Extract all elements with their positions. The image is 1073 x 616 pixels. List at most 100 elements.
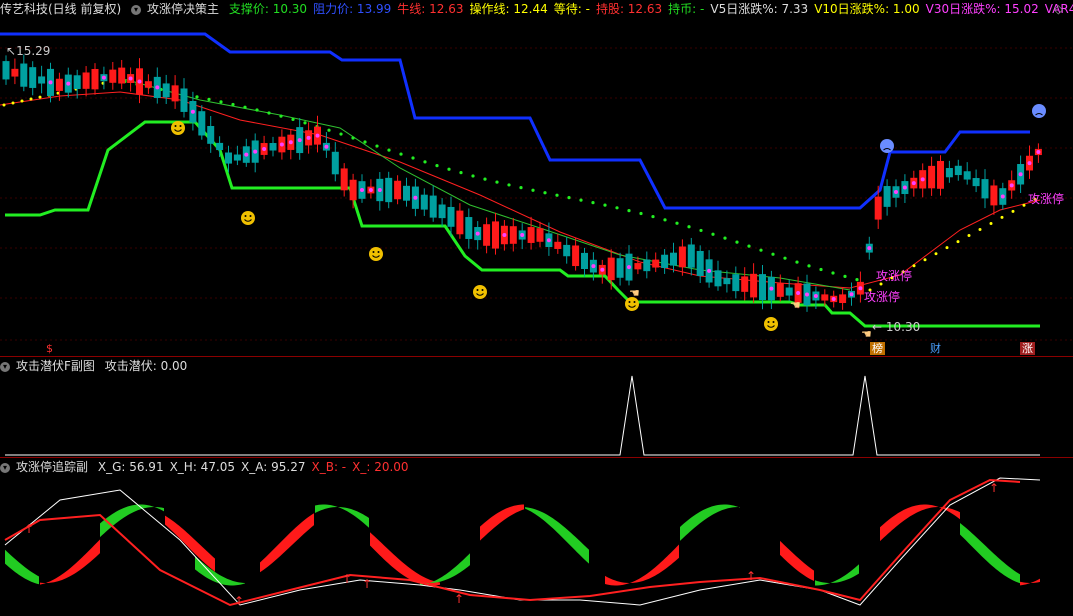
dot-mark	[2, 103, 6, 107]
candle-body	[750, 273, 758, 298]
smiley-icon	[473, 285, 487, 299]
dot-mark	[759, 248, 763, 252]
candle-body	[554, 241, 562, 249]
dot-mark	[600, 267, 605, 272]
dot-mark	[459, 171, 463, 175]
smiley-icon	[772, 321, 775, 323]
dollar-icon[interactable]: $	[44, 342, 55, 355]
candle-body	[607, 257, 615, 281]
dot-mark	[413, 195, 418, 200]
header-value: X_H: 47.05	[169, 460, 236, 474]
chart-canvas[interactable]: ☚ ☚ ☚ ↑ ↑ ↑ ↑ ↑ ↑ ↑	[0, 0, 1073, 616]
candle-body	[652, 259, 660, 268]
arrow-up-icon: ↑	[454, 592, 464, 606]
dot-mark	[231, 102, 235, 107]
candle-body	[118, 67, 126, 84]
candle-body	[821, 294, 829, 301]
smiley-icon	[241, 211, 255, 225]
dot-mark	[377, 188, 382, 192]
chevron-down-icon[interactable]: ▾	[0, 361, 10, 372]
dot-mark	[627, 208, 631, 213]
dot-mark	[29, 97, 33, 101]
candle-body	[11, 68, 19, 77]
sub1-value: 攻击潜伏: 0.00	[104, 359, 188, 373]
dot-mark	[555, 193, 559, 197]
hand-icon: ☚	[861, 327, 872, 341]
sub1-title[interactable]: 攻击潜伏F副图	[16, 359, 95, 373]
dot-mark	[324, 144, 329, 149]
signal-label: 攻涨停	[876, 269, 913, 283]
candle-body	[643, 259, 651, 272]
dot-mark	[447, 167, 451, 171]
dot-mark	[771, 252, 775, 256]
sub2-title[interactable]: 攻涨停追踪副	[16, 460, 88, 474]
candle-body	[82, 72, 90, 89]
dot-mark	[687, 225, 691, 229]
limit-up-tag[interactable]: 涨	[1020, 342, 1035, 355]
dot-mark	[591, 264, 596, 269]
dot-mark	[190, 109, 195, 114]
candle-body	[233, 154, 241, 161]
dot-mark	[387, 148, 391, 152]
candle-body	[2, 61, 10, 80]
dot-mark	[858, 286, 863, 291]
smiley-icon	[377, 251, 380, 253]
ribbon-mark	[480, 504, 524, 541]
dot-mark	[675, 221, 679, 225]
candle-body	[20, 63, 28, 87]
chevron-down-icon[interactable]: ▾	[0, 462, 10, 473]
smiley-icon	[244, 215, 247, 217]
dot-mark	[244, 152, 249, 157]
dot-mark	[101, 75, 106, 80]
signal-label: 攻涨停	[864, 290, 901, 304]
dot-mark	[843, 274, 847, 278]
candle-body	[198, 111, 206, 136]
arrow-up-icon: ↑	[24, 522, 34, 536]
smiley-icon	[174, 125, 177, 127]
ribbon-mark	[1020, 578, 1040, 586]
candle-body	[981, 179, 989, 199]
finance-tag[interactable]: 财	[928, 342, 943, 355]
candle-body	[741, 276, 749, 292]
smiley-icon	[372, 251, 375, 253]
dot-mark	[195, 95, 199, 99]
dot-mark	[627, 265, 631, 270]
dot-mark	[735, 240, 739, 244]
dot-mark	[502, 233, 507, 237]
dot-mark	[219, 100, 223, 104]
spike-line	[5, 375, 1040, 456]
dot-mark	[819, 267, 823, 272]
dot-mark	[769, 286, 774, 291]
arrow-up-icon: ↑	[989, 481, 999, 495]
dot-mark	[651, 214, 655, 219]
dot-mark	[1000, 194, 1005, 199]
candle-body	[456, 210, 464, 235]
hand-icon: ☚	[790, 298, 801, 312]
candle-body	[447, 206, 455, 227]
dot-mark	[639, 211, 643, 216]
candle-body	[29, 67, 37, 88]
ribbon-mark	[315, 504, 369, 528]
dot-mark	[663, 218, 667, 222]
candle-body	[696, 250, 704, 277]
candle-body	[420, 194, 428, 210]
dot-mark	[360, 188, 364, 192]
dot-mark	[375, 144, 379, 148]
ribbon-mark	[780, 540, 814, 582]
dot-mark	[579, 198, 583, 202]
smiley-icon	[764, 317, 778, 331]
dot-mark	[934, 252, 938, 256]
candle-body	[954, 165, 962, 176]
candle-body	[465, 217, 473, 239]
dot-mark	[1009, 183, 1014, 188]
dot-mark	[894, 190, 898, 194]
dot-mark	[591, 200, 595, 205]
dot-mark	[543, 191, 547, 195]
dot-mark	[253, 149, 258, 154]
candle-body	[536, 228, 544, 242]
dot-mark	[243, 105, 247, 109]
dot-mark	[288, 140, 293, 145]
rank-tag[interactable]: 榜	[870, 342, 885, 355]
dot-mark	[291, 117, 295, 122]
ribbon-mark	[815, 564, 859, 586]
